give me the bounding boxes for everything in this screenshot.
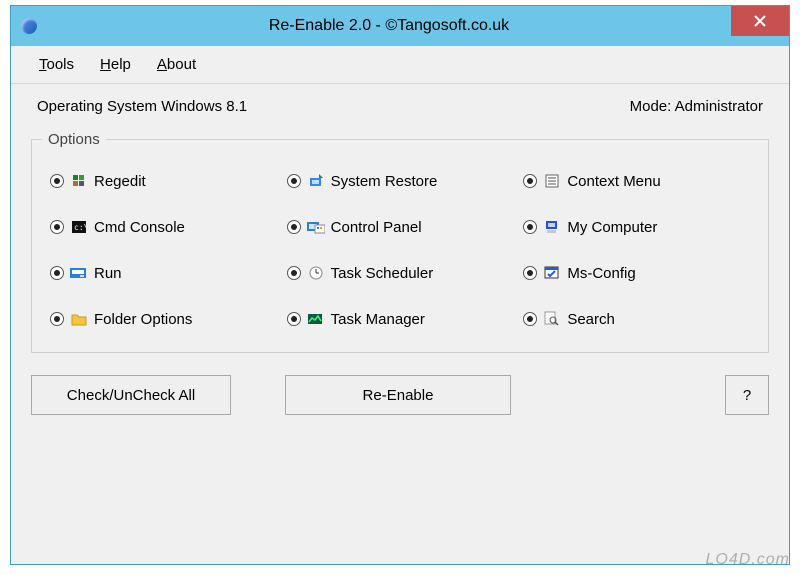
option-label: My Computer — [567, 219, 657, 236]
svg-text:c:\: c:\ — [74, 223, 87, 232]
menu-bar: Tools Help About — [11, 46, 789, 84]
radio-cmd-console[interactable] — [50, 220, 64, 234]
options-grid: Regedit System Restore Context Menu c:\ … — [42, 162, 758, 332]
run-icon — [70, 264, 88, 282]
radio-run[interactable] — [50, 266, 64, 280]
menu-tools[interactable]: Tools — [39, 56, 74, 73]
radio-task-manager[interactable] — [287, 312, 301, 326]
option-label: Cmd Console — [94, 219, 185, 236]
control-panel-icon — [307, 218, 325, 236]
regedit-icon — [70, 172, 88, 190]
radio-my-computer[interactable] — [523, 220, 537, 234]
opt-regedit[interactable]: Regedit — [50, 172, 277, 190]
close-icon — [754, 15, 766, 27]
help-button[interactable]: ? — [725, 375, 769, 415]
menu-about[interactable]: About — [157, 56, 196, 73]
button-row: Check/UnCheck All Re-Enable ? — [11, 375, 789, 415]
option-label: Task Manager — [331, 311, 425, 328]
radio-ms-config[interactable] — [523, 266, 537, 280]
opt-context-menu[interactable]: Context Menu — [523, 172, 750, 190]
options-group: Options Regedit System Restore Context M… — [31, 131, 769, 353]
opt-run[interactable]: Run — [50, 264, 277, 282]
app-icon — [21, 18, 37, 34]
opt-control-panel[interactable]: Control Panel — [287, 218, 514, 236]
window-title: Re-Enable 2.0 - ©Tangosoft.co.uk — [49, 17, 729, 35]
radio-folder-options[interactable] — [50, 312, 64, 326]
system-restore-icon — [307, 172, 325, 190]
option-label: System Restore — [331, 173, 438, 190]
radio-system-restore[interactable] — [287, 174, 301, 188]
title-bar: Re-Enable 2.0 - ©Tangosoft.co.uk — [11, 6, 789, 46]
mode-label: Mode: Administrator — [630, 98, 763, 115]
os-label: Operating System Windows 8.1 — [37, 98, 247, 115]
check-uncheck-all-button[interactable]: Check/UnCheck All — [31, 375, 231, 415]
search-icon — [543, 310, 561, 328]
ms-config-icon — [543, 264, 561, 282]
radio-regedit[interactable] — [50, 174, 64, 188]
radio-task-scheduler[interactable] — [287, 266, 301, 280]
re-enable-button[interactable]: Re-Enable — [285, 375, 511, 415]
option-label: Regedit — [94, 173, 146, 190]
radio-search[interactable] — [523, 312, 537, 326]
cmd-console-icon: c:\ — [70, 218, 88, 236]
context-menu-icon — [543, 172, 561, 190]
opt-search[interactable]: Search — [523, 310, 750, 328]
app-window: Re-Enable 2.0 - ©Tangosoft.co.uk Tools H… — [10, 5, 790, 565]
folder-options-icon — [70, 310, 88, 328]
opt-my-computer[interactable]: My Computer — [523, 218, 750, 236]
option-label: Control Panel — [331, 219, 422, 236]
opt-folder-options[interactable]: Folder Options — [50, 310, 277, 328]
option-label: Run — [94, 265, 122, 282]
info-row: Operating System Windows 8.1 Mode: Admin… — [11, 84, 789, 123]
menu-help[interactable]: Help — [100, 56, 131, 73]
option-label: Search — [567, 311, 615, 328]
task-scheduler-icon — [307, 264, 325, 282]
options-legend: Options — [42, 131, 106, 148]
opt-task-manager[interactable]: Task Manager — [287, 310, 514, 328]
opt-system-restore[interactable]: System Restore — [287, 172, 514, 190]
option-label: Context Menu — [567, 173, 660, 190]
radio-context-menu[interactable] — [523, 174, 537, 188]
option-label: Folder Options — [94, 311, 192, 328]
radio-control-panel[interactable] — [287, 220, 301, 234]
watermark: LO4D.com — [706, 551, 790, 569]
option-label: Ms-Config — [567, 265, 635, 282]
opt-cmd-console[interactable]: c:\ Cmd Console — [50, 218, 277, 236]
task-manager-icon — [307, 310, 325, 328]
close-button[interactable] — [731, 6, 789, 36]
opt-ms-config[interactable]: Ms-Config — [523, 264, 750, 282]
option-label: Task Scheduler — [331, 265, 434, 282]
my-computer-icon — [543, 218, 561, 236]
opt-task-scheduler[interactable]: Task Scheduler — [287, 264, 514, 282]
